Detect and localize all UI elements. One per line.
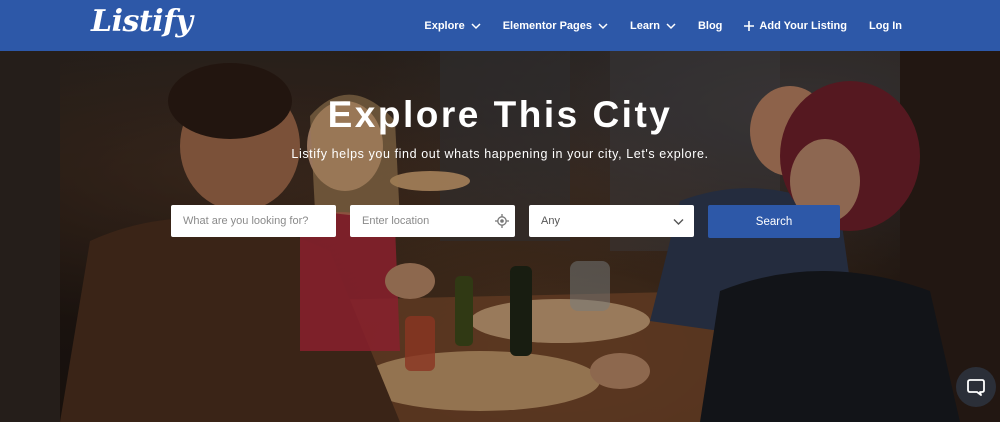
chevron-down-icon xyxy=(471,22,481,29)
nav-item-label: Learn xyxy=(629,19,660,32)
nav-item-label: Add Your Listing xyxy=(759,19,847,32)
location-input[interactable]: Enter location xyxy=(350,205,515,237)
chevron-down-icon xyxy=(666,22,676,29)
login-link[interactable]: Log In xyxy=(869,20,902,32)
nav-item-label: Log In xyxy=(869,19,902,32)
hero-section: Explore This City Listify helps you find… xyxy=(0,51,1000,422)
chevron-down-icon xyxy=(673,219,684,225)
chat-widget-button[interactable] xyxy=(956,367,996,407)
nav-item-explore[interactable]: Explore xyxy=(424,19,481,32)
listify-logo[interactable]: Listify xyxy=(91,4,193,39)
search-button[interactable]: Search xyxy=(708,205,840,238)
category-select[interactable]: Any xyxy=(529,205,694,237)
hero-subtitle: Listify helps you find out whats happeni… xyxy=(291,147,709,161)
nav-item-elementor-pages[interactable]: Elementor Pages xyxy=(503,20,608,32)
chevron-down-icon xyxy=(598,22,608,29)
nav-item-label: Blog xyxy=(697,19,723,32)
location-placeholder: Enter location xyxy=(362,215,430,227)
nav-item-learn[interactable]: Learn xyxy=(630,20,676,32)
nav-item-label: Explore xyxy=(424,19,465,32)
hero-title: Explore This City xyxy=(327,94,673,135)
keyword-search-input[interactable]: What are you looking for? xyxy=(171,205,336,237)
locate-me-icon[interactable] xyxy=(495,214,509,228)
add-listing-link[interactable]: Add Your Listing xyxy=(744,20,847,32)
top-navbar: Listify Explore Elementor Pages Learn Bl… xyxy=(0,0,1000,51)
chat-bubble-icon xyxy=(967,379,985,396)
nav-item-label: Elementor Pages xyxy=(502,19,592,32)
keyword-placeholder: What are you looking for? xyxy=(183,215,309,227)
nav-item-blog[interactable]: Blog xyxy=(698,20,722,32)
plus-icon xyxy=(744,20,755,31)
main-menu: Explore Elementor Pages Learn Blog Add Y… xyxy=(402,0,902,51)
category-selected-value: Any xyxy=(541,215,560,227)
